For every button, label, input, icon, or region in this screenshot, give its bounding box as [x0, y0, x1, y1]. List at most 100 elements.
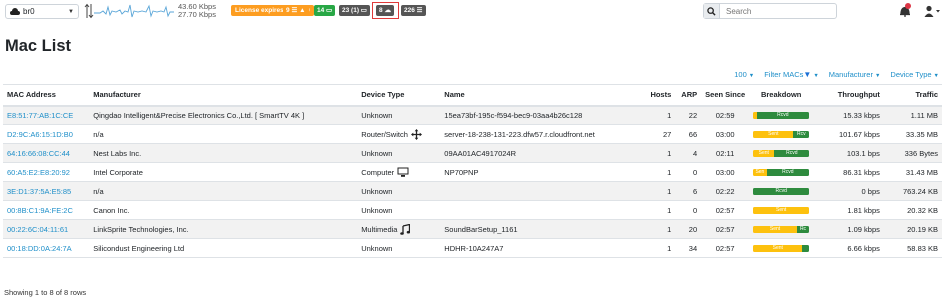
mac-address-link[interactable]: D2:9C:A6:15:1D:B0: [3, 124, 90, 144]
throughput-readout: 43.60 Kbps 27.70 Kbps: [178, 3, 216, 19]
hosts-badge[interactable]: 8 ☁: [376, 5, 394, 16]
breakdown-bar: Rcvd: [753, 187, 810, 195]
manufacturer-cell: n/a: [89, 181, 358, 201]
device-type-cell: Multimedia: [357, 219, 441, 239]
mac-address-link[interactable]: 3E:D1:37:5A:E5:85: [3, 181, 90, 201]
breakdown-bar: Sent Rcvd: [753, 149, 810, 157]
breakdown-cell: Sent Rcv: [749, 124, 814, 144]
col-header-mac[interactable]: MAC Address: [3, 84, 90, 107]
throughput-cell: 1.09 kbps: [813, 219, 884, 239]
arp-cell: 66: [675, 124, 702, 144]
breakdown-bar: Sent Rcv: [753, 130, 810, 138]
arp-cell: 22: [675, 105, 702, 125]
breakdown-rcvd-segment: Rcvd: [753, 187, 810, 195]
manufacturer-cell: Canon Inc.: [89, 200, 358, 220]
breakdown-cell: Sent: [749, 238, 814, 258]
col-header-seen-since[interactable]: Seen Since: [701, 84, 750, 107]
list-badge[interactable]: 226 ☰: [401, 5, 426, 16]
alerts-badge[interactable]: 9 ☰ ▲: [283, 5, 309, 16]
traffic-cell: 20.19 KB: [883, 219, 942, 239]
device-type-cell: Computer: [357, 162, 441, 182]
throughput-cell: 6.66 kbps: [813, 238, 884, 258]
device-type-label: Multimedia: [361, 224, 398, 234]
ethernet-icon: [10, 7, 20, 15]
mac-address-link[interactable]: E8:51:77:AB:1C:CE: [3, 105, 90, 125]
mac-address-link[interactable]: 00:22:6C:04:11:61: [3, 219, 90, 239]
breakdown-bar: Sent Rc: [753, 225, 810, 233]
throughput-cell: 86.31 kbps: [813, 162, 884, 182]
arp-cell: 20: [675, 219, 702, 239]
arrows-move-icon: [410, 128, 422, 140]
notification-dot: [905, 3, 911, 9]
col-header-manufacturer[interactable]: Manufacturer: [89, 84, 358, 107]
page-title: Mac List: [5, 37, 72, 55]
manufacturer-label: Manufacturer: [828, 70, 873, 79]
device-type-dropdown[interactable]: Device Type ▼: [890, 70, 939, 79]
hosts-cell: 1: [640, 238, 676, 258]
seen-since-cell: 03:00: [701, 162, 750, 182]
col-header-hosts[interactable]: Hosts: [640, 84, 676, 107]
name-cell: [440, 181, 641, 201]
mac-address-link[interactable]: 60:A5:E2:E8:20:92: [3, 162, 90, 182]
throughput-cell: 103.1 bps: [813, 143, 884, 163]
col-header-arp[interactable]: ARP: [675, 84, 702, 107]
rows-per-page-dropdown[interactable]: 100 ▼: [734, 70, 754, 79]
col-header-throughput[interactable]: Throughput: [813, 84, 884, 107]
filter-macs-dropdown[interactable]: Filter MACs▼ ▼: [764, 70, 819, 79]
flows-badge[interactable]: 14 ▭: [314, 5, 336, 16]
search-input[interactable]: [720, 4, 836, 18]
mac-address-link[interactable]: 64:16:66:08:CC:44: [3, 143, 90, 163]
seen-since-cell: 02:57: [701, 200, 750, 220]
table-row: E8:51:77:AB:1C:CE Qingdao Intelligent&Pre…: [3, 105, 942, 125]
breakdown-rcvd-segment: [802, 244, 810, 252]
breakdown-cell: Sent Rcvd: [749, 143, 814, 163]
chevron-down-icon: ▼: [68, 8, 74, 15]
devices-badge[interactable]: 23 (1) ▭: [339, 5, 370, 16]
table-row: 00:8B:C1:9A:FE:2C Canon Inc. Unknown 1 0 02:5…: [3, 200, 942, 220]
mac-address-link[interactable]: 00:8B:C1:9A:FE:2C: [3, 200, 90, 220]
user-icon[interactable]: [923, 4, 941, 18]
table-row: 00:22:6C:04:11:61 LinkSprite Technologies…: [3, 219, 942, 239]
throughput-cell: 1.81 kbps: [813, 200, 884, 220]
chevron-down-icon: ▼: [933, 73, 939, 79]
breakdown-cell: Sen Rcvd: [749, 162, 814, 182]
breakdown-sent-segment: Sent: [753, 244, 803, 252]
device-type-label: Device Type: [890, 70, 932, 79]
interface-select[interactable]: br0 ▼: [5, 4, 79, 19]
col-header-name[interactable]: Name: [440, 84, 641, 107]
traffic-cell: 763.24 KB: [883, 181, 942, 201]
name-cell: [440, 200, 641, 220]
col-header-traffic[interactable]: Traffic: [883, 84, 942, 107]
col-header-device-type[interactable]: Device Type: [357, 84, 441, 107]
manufacturer-dropdown[interactable]: Manufacturer ▼: [829, 70, 881, 79]
name-cell: SoundBarSetup_1161: [440, 219, 641, 239]
breakdown-rcvd-segment: Rcvd: [756, 111, 810, 119]
rows-per-page-label: 100: [734, 70, 747, 79]
traffic-cell: 58.83 KB: [883, 238, 942, 258]
hosts-cell: 1: [640, 200, 676, 220]
arp-cell: 4: [675, 143, 702, 163]
breakdown-rcvd-segment: Rc: [796, 225, 810, 233]
mac-table: MAC Address Manufacturer Device Type Nam…: [3, 84, 942, 258]
mac-address-link[interactable]: 00:18:DD:0A:24:7A: [3, 238, 90, 258]
pagination-info: Showing 1 to 8 of 8 rows: [4, 288, 87, 297]
list-count: 226: [404, 7, 415, 14]
arp-cell: 0: [675, 162, 702, 182]
device-type-cell: Unknown: [357, 238, 441, 258]
breakdown-sent-segment: Sent: [753, 149, 775, 157]
interface-label: br0: [23, 7, 35, 16]
list-icon: ☰: [416, 7, 423, 14]
filter-macs-label: Filter MACs: [764, 70, 804, 79]
manufacturer-cell: Qingdao Intelligent&Precise Electronics …: [89, 105, 358, 125]
mac-table-container: MAC Address Manufacturer Device Type Nam…: [3, 84, 942, 258]
col-header-breakdown[interactable]: Breakdown: [749, 84, 814, 107]
hosts-cell: 1: [640, 162, 676, 182]
search-button[interactable]: [704, 4, 720, 18]
device-type-label: Router/Switch: [361, 129, 408, 139]
table-row: 3E:D1:37:5A:E5:85 n/a Unknown 1 6 02:22 Rcvd 0 …: [3, 181, 942, 201]
breakdown-bar: Rcvd: [753, 111, 810, 119]
traffic-cell: 33.35 MB: [883, 124, 942, 144]
chevron-down-icon: ▼: [813, 73, 819, 79]
hosts-cell: 1: [640, 105, 676, 125]
traffic-cell: 20.32 KB: [883, 200, 942, 220]
